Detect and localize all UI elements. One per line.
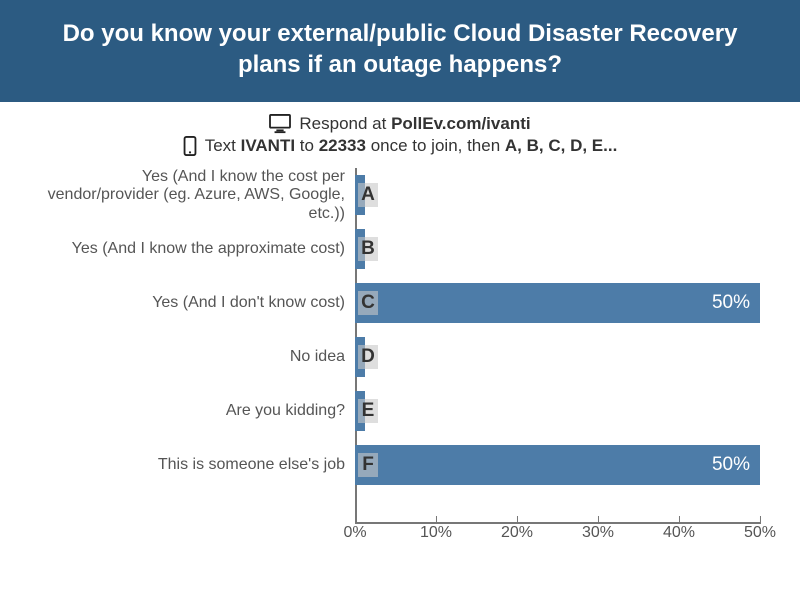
instruction-line-web: Respond at PollEv.com/ivanti (0, 114, 800, 134)
option-label: No idea (40, 348, 355, 366)
bar-track: A (355, 168, 760, 222)
option-letter: D (358, 345, 378, 369)
x-axis-ticks: 0%10%20%30%40%50% (355, 524, 760, 560)
question-header: Do you know your external/public Cloud D… (0, 0, 800, 102)
instruction-line-text: Text IVANTI to 22333 once to join, then … (0, 136, 800, 156)
option-label: Are you kidding? (40, 402, 355, 420)
x-tick: 0% (343, 524, 366, 542)
text-keyword: IVANTI (241, 136, 295, 155)
chart-rows: Yes (And I know the cost per vendor/prov… (40, 168, 760, 492)
monitor-icon (269, 114, 291, 134)
poll-frame: Do you know your external/public Cloud D… (0, 0, 800, 600)
bar: 50% (355, 445, 760, 485)
x-tick: 10% (420, 524, 452, 542)
x-tick: 50% (744, 524, 776, 542)
question-text: Do you know your external/public Cloud D… (63, 20, 738, 78)
phone-icon (183, 136, 197, 156)
bar-track: B (355, 222, 760, 276)
option-label: Yes (And I know the cost per vendor/prov… (40, 168, 355, 223)
chart-row: No ideaD (40, 330, 760, 384)
option-label: This is someone else's job (40, 456, 355, 474)
chart-row: Yes (And I don't know cost) 50% C (40, 276, 760, 330)
bar-value-label: 50% (712, 292, 750, 314)
respond-url: PollEv.com/ivanti (391, 114, 531, 133)
bar-track: 50% C (355, 276, 760, 330)
option-letter: C (358, 291, 378, 315)
bar-value-label: 50% (712, 454, 750, 476)
chart-row: This is someone else's job 50% F (40, 438, 760, 492)
bar: 50% (355, 283, 760, 323)
text-instruction: Text IVANTI to 22333 once to join, then … (205, 136, 618, 156)
x-tick: 20% (501, 524, 533, 542)
respond-prefix: Respond at (299, 114, 391, 133)
chart-area: Yes (And I know the cost per vendor/prov… (0, 164, 800, 600)
x-tick: 30% (582, 524, 614, 542)
bar-track: E (355, 384, 760, 438)
option-letter: A (358, 183, 378, 207)
text-mid: to (295, 136, 319, 155)
chart-row: Yes (And I know the cost per vendor/prov… (40, 168, 760, 222)
text-suffix: once to join, then (366, 136, 505, 155)
text-prefix: Text (205, 136, 241, 155)
bar-track: 50% F (355, 438, 760, 492)
text-number: 22333 (319, 136, 366, 155)
option-letter: F (358, 453, 378, 477)
chart-row: Are you kidding?E (40, 384, 760, 438)
chart-row: Yes (And I know the approximate cost)B (40, 222, 760, 276)
option-letter: B (358, 237, 378, 261)
bar-chart: Yes (And I know the cost per vendor/prov… (40, 168, 760, 560)
respond-text: Respond at PollEv.com/ivanti (299, 114, 530, 134)
option-label: Yes (And I don't know cost) (40, 294, 355, 312)
instructions: Respond at PollEv.com/ivanti Text IVANTI… (0, 102, 800, 164)
text-options: A, B, C, D, E... (505, 136, 617, 155)
option-label: Yes (And I know the approximate cost) (40, 240, 355, 258)
x-tick: 40% (663, 524, 695, 542)
bar-track: D (355, 330, 760, 384)
option-letter: E (358, 399, 378, 423)
